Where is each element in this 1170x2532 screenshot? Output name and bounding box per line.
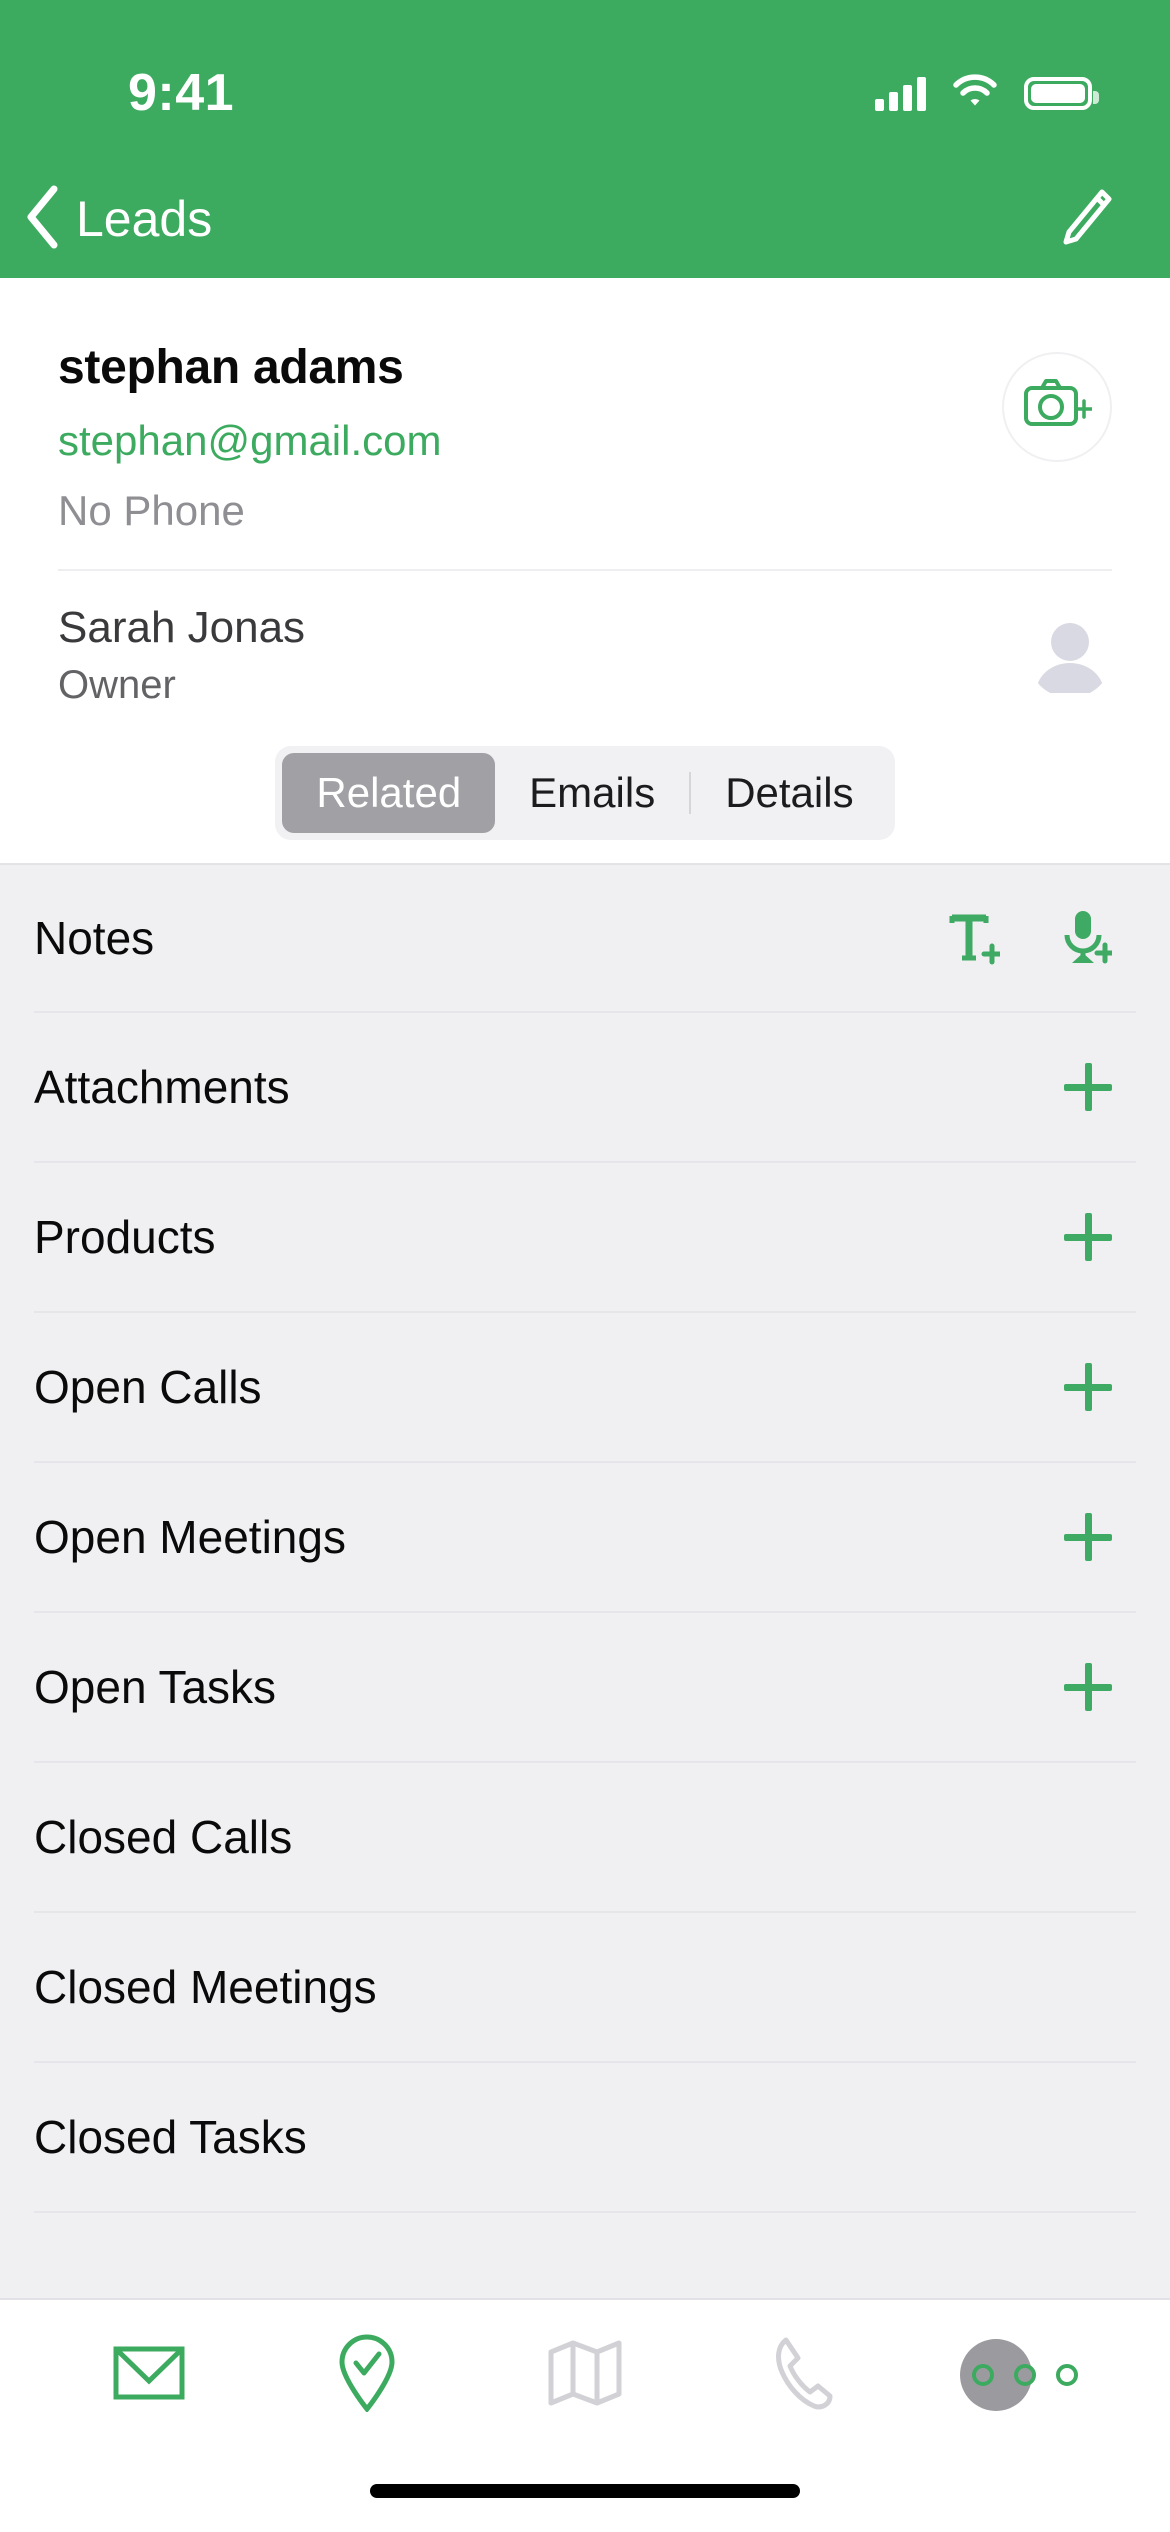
- list-item-label: Open Tasks: [34, 1661, 277, 1713]
- wifi-icon: [952, 73, 998, 113]
- contact-email[interactable]: stephan@gmail.com: [58, 417, 441, 465]
- tab-related[interactable]: Related: [282, 753, 496, 833]
- cellular-signal-icon: [875, 75, 926, 111]
- tab-checkin[interactable]: [287, 2325, 447, 2425]
- contact-card: stephan adams stephan@gmail.com No Phone: [0, 278, 1170, 863]
- camera-add-icon: [1022, 376, 1094, 439]
- pencil-edit-icon: [1058, 187, 1114, 252]
- app-screen: 9:41 Leads stephan adams stephan@gmail.c…: [0, 0, 1170, 2532]
- list-item-closed-calls[interactable]: Closed Calls: [34, 1763, 1136, 1913]
- tab-phone[interactable]: [723, 2325, 883, 2425]
- envelope-icon: [113, 2345, 185, 2406]
- navigation-bar: Leads: [0, 160, 1170, 278]
- more-dots: [956, 2364, 1078, 2386]
- plus-icon[interactable]: [1064, 1213, 1112, 1261]
- plus-icon[interactable]: [1064, 1063, 1112, 1111]
- list-item-attachments[interactable]: Attachments: [34, 1013, 1136, 1163]
- list-item-label: Attachments: [34, 1061, 290, 1113]
- list-item-open-tasks[interactable]: Open Tasks: [34, 1613, 1136, 1763]
- list-item-notes[interactable]: Notes: [34, 865, 1136, 1013]
- list-item-label: Closed Meetings: [34, 1961, 377, 2013]
- list-item-label: Open Meetings: [34, 1511, 346, 1563]
- row-actions: [1064, 1363, 1136, 1411]
- add-voice-note-icon[interactable]: [1060, 909, 1112, 967]
- list-item-closed-meetings[interactable]: Closed Meetings: [34, 1913, 1136, 2063]
- contact-phone[interactable]: No Phone: [58, 487, 441, 535]
- status-bar: 9:41: [0, 0, 1170, 160]
- owner-details: Sarah Jonas Owner: [58, 603, 305, 708]
- owner-name: Sarah Jonas: [58, 603, 306, 652]
- list-item-label: Closed Tasks: [34, 2111, 307, 2163]
- avatar[interactable]: [1028, 613, 1112, 698]
- person-avatar-icon: [1028, 613, 1112, 698]
- contact-details: stephan adams stephan@gmail.com No Phone: [58, 336, 441, 535]
- tab-emails[interactable]: Emails: [495, 753, 689, 833]
- list-item-open-meetings[interactable]: Open Meetings: [34, 1463, 1136, 1613]
- row-actions: [1064, 1663, 1136, 1711]
- map-icon: [547, 2340, 623, 2411]
- segmented-control: Related Emails Details: [275, 746, 895, 840]
- more-ellipsis-icon: [956, 2339, 1086, 2411]
- battery-full-icon: [1024, 76, 1099, 110]
- status-bar-icons: [875, 73, 1099, 113]
- home-indicator-area: [0, 2450, 1170, 2532]
- add-photo-button[interactable]: [1002, 352, 1112, 462]
- row-actions: [1064, 1063, 1136, 1111]
- plus-icon[interactable]: [1064, 1513, 1112, 1561]
- row-actions: [948, 909, 1136, 967]
- back-button[interactable]: Leads: [22, 184, 212, 255]
- chevron-left-icon: [22, 184, 64, 255]
- phone-icon: [772, 2336, 834, 2415]
- tab-map[interactable]: [505, 2325, 665, 2425]
- list-item-products[interactable]: Products: [34, 1163, 1136, 1313]
- tab-bar: [0, 2298, 1170, 2450]
- list-item-label: Products: [34, 1211, 216, 1263]
- contact-name: stephan adams: [58, 341, 404, 394]
- segmented-control-wrapper: Related Emails Details: [58, 746, 1112, 840]
- list-item-label: Open Calls: [34, 1361, 262, 1413]
- plus-icon[interactable]: [1064, 1663, 1112, 1711]
- add-text-note-icon[interactable]: [948, 910, 1000, 966]
- tab-details[interactable]: Details: [691, 753, 887, 833]
- row-actions: [1064, 1513, 1136, 1561]
- list-item-open-calls[interactable]: Open Calls: [34, 1313, 1136, 1463]
- list-item-closed-tasks[interactable]: Closed Tasks: [34, 2063, 1136, 2213]
- home-indicator-bar[interactable]: [370, 2484, 800, 2498]
- location-pin-check-icon: [336, 2334, 398, 2417]
- list-item-label: Notes: [34, 912, 155, 964]
- row-actions: [1064, 1213, 1136, 1261]
- related-list: Notes Attachments Products Open Calls Op…: [0, 863, 1170, 2298]
- plus-icon[interactable]: [1064, 1363, 1112, 1411]
- back-button-label: Leads: [76, 191, 213, 247]
- tab-email[interactable]: [69, 2325, 229, 2425]
- contact-summary: stephan adams stephan@gmail.com No Phone: [58, 278, 1112, 535]
- tab-more[interactable]: [941, 2325, 1101, 2425]
- owner-row[interactable]: Sarah Jonas Owner: [58, 571, 1112, 708]
- owner-role: Owner: [58, 663, 176, 707]
- list-item-label: Closed Calls: [34, 1811, 293, 1863]
- edit-button[interactable]: [1058, 187, 1114, 252]
- status-bar-time: 9:41: [128, 64, 235, 122]
